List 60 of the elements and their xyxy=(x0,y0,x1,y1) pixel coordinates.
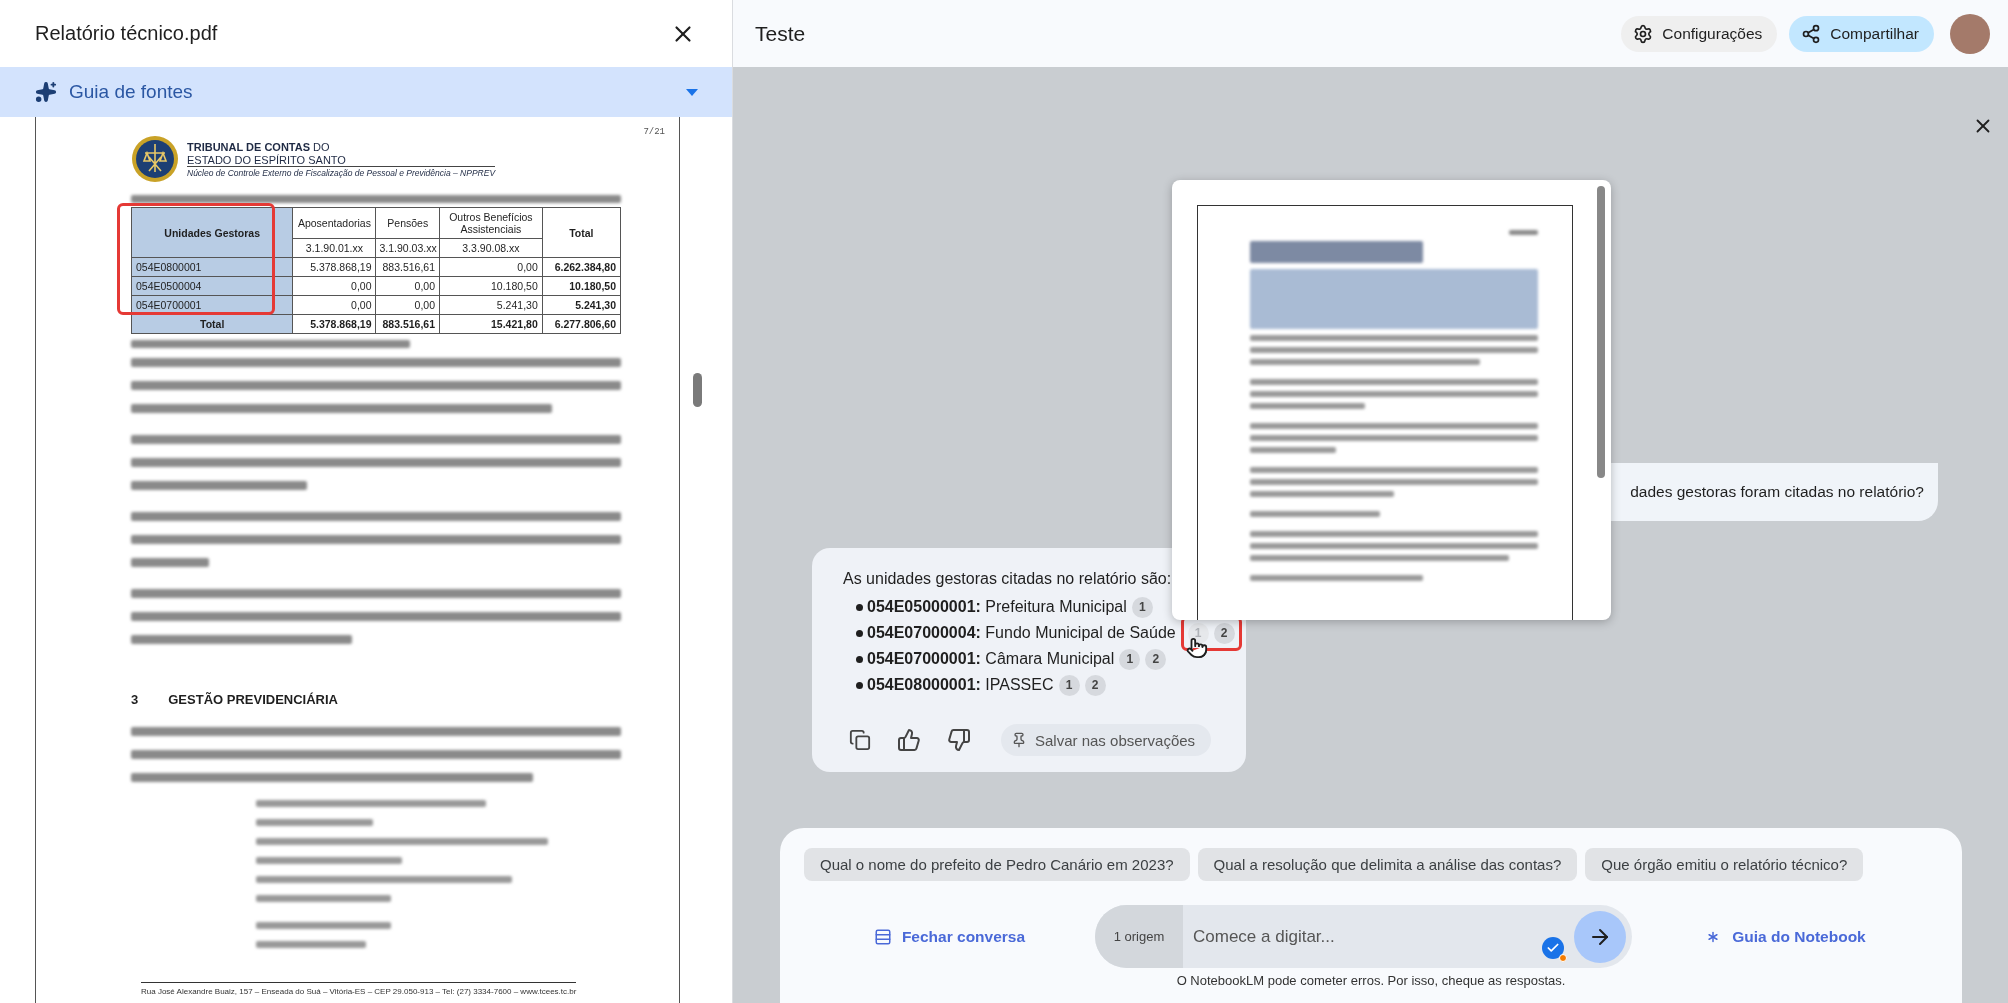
page-number: 7/21 xyxy=(643,127,665,137)
source-guide-label: Guia de fontes xyxy=(69,81,194,103)
pin-icon xyxy=(1011,732,1027,748)
citation-chip[interactable]: 2 xyxy=(1213,622,1235,644)
table-header: Pensões xyxy=(376,207,440,239)
chat-input-box[interactable]: 1 origem Comece a digitar... xyxy=(1095,905,1632,968)
table-header: Unidades Gestoras xyxy=(131,207,293,258)
bullet-icon xyxy=(856,629,863,637)
seal-logo xyxy=(131,135,179,183)
sparkle-icon xyxy=(35,81,57,103)
notebook-title: Teste xyxy=(755,21,807,46)
organization-text: TRIBUNAL DE CONTAS DO xyxy=(187,140,331,153)
page-footer: Rua José Alexandre Buaiz, 157 – Enseada do Suá – Vitória-ES – CEP 29.050-913 – Tel: (27) 3334-7600 – www.tcees.tc.br xyxy=(141,982,577,997)
citation-chip[interactable]: 1 xyxy=(1131,596,1153,618)
answer-intro: As unidades gestoras citadas no relatório são: xyxy=(843,570,1173,588)
citation-chip[interactable]: 2 xyxy=(1145,648,1167,670)
notebook-guide-button[interactable]: Guia do Notebook xyxy=(1698,926,1872,947)
answer-item: 054E07000004: Fundo Municipal de Saúde xyxy=(867,624,1176,642)
source-count: 1 origem xyxy=(1095,905,1183,968)
caret-icon xyxy=(686,88,698,96)
table-cell: Total xyxy=(131,314,293,334)
suggestion-chip[interactable]: Que órgão emitiu o relatório técnico? xyxy=(1585,848,1864,881)
verified-badge-icon xyxy=(1542,936,1564,959)
table-header: Aposentadorias xyxy=(292,207,376,239)
suggestion-chip[interactable]: Qual a resolução que delimita a análise das contas? xyxy=(1197,848,1578,881)
organization-text: ESTADO DO ESPÍRITO SANTO xyxy=(187,153,496,167)
document-title: Relatório técnico.pdf xyxy=(35,22,218,45)
source-guide-bar[interactable]: Guia de fontes xyxy=(0,67,732,117)
settings-icon xyxy=(1633,23,1654,44)
scrollbar-thumb[interactable] xyxy=(1597,186,1605,478)
bullet-icon xyxy=(856,655,863,663)
table-header: Total xyxy=(542,207,621,258)
organization-text: Núcleo de Controle Externo de Fiscalização de Pessoal e Previdência – NPPREV xyxy=(187,167,496,178)
table-header: Outros Benefícios Assistenciais xyxy=(439,207,543,239)
thumbs-down-icon[interactable] xyxy=(947,728,971,752)
share-icon xyxy=(1801,23,1822,44)
bullet-icon xyxy=(856,603,863,611)
rows-icon xyxy=(873,927,892,946)
avatar[interactable] xyxy=(1950,13,1990,54)
thumbs-up-icon[interactable] xyxy=(897,728,921,752)
section-heading: GESTÃO PREVIDENCIÁRIA xyxy=(168,692,338,707)
disclaimer-text: O NotebookLM pode cometer erros. Por isso, cheque as respostas. xyxy=(1176,973,1566,988)
answer-item: 054E07000001: Câmara Municipal xyxy=(867,650,1115,668)
citation-chip[interactable]: 2 xyxy=(1084,674,1106,696)
chat-input-field[interactable]: Comece a digitar... xyxy=(1183,905,1542,968)
copy-icon[interactable] xyxy=(849,729,871,751)
save-note-button[interactable]: Salvar nas observações xyxy=(1001,724,1212,756)
settings-button[interactable]: Configurações xyxy=(1621,15,1778,52)
bullet-icon xyxy=(856,681,863,689)
hand-pointer-icon xyxy=(1185,636,1208,659)
close-chat-button[interactable]: Fechar conversa xyxy=(867,926,1032,947)
citation-chip[interactable]: 1 xyxy=(1058,674,1080,696)
answer-item: 054E05000001: Prefeitura Municipal xyxy=(867,598,1127,616)
scrollbar-thumb[interactable] xyxy=(693,373,702,407)
send-button[interactable] xyxy=(1574,910,1626,963)
section-number: 3 xyxy=(131,692,139,707)
citation-chip[interactable]: 1 xyxy=(1119,648,1141,670)
suggestion-chip[interactable]: Qual o nome do prefeito de Pedro Canário em 2023? xyxy=(804,848,1190,881)
answer-item: 054E08000001: IPASSEC xyxy=(867,676,1054,694)
share-button[interactable]: Compartilhar xyxy=(1789,15,1934,52)
